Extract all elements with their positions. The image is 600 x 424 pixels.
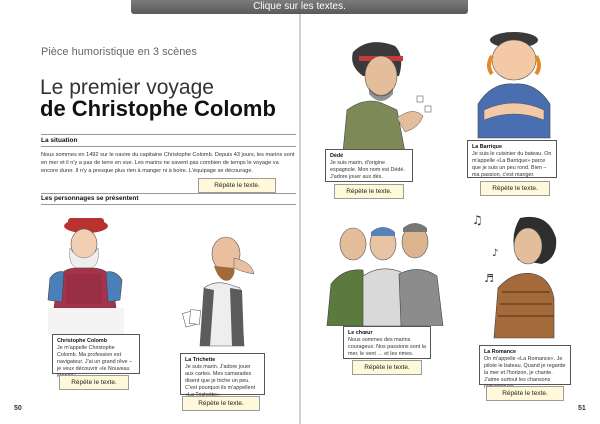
section-rule — [41, 134, 296, 135]
music-note-icon: ♬ — [484, 272, 494, 285]
section-rule — [41, 193, 296, 194]
la-trichette-illustration — [182, 236, 255, 347]
section-rule — [41, 204, 296, 205]
trichette-speech-bubble[interactable]: La Trichette Je suis marin. J'adore joue… — [180, 353, 265, 398]
instruction-bar: Clique sur les textes. — [131, 0, 468, 14]
page-number-right: 51 — [578, 405, 586, 412]
character-name: La Romance — [484, 349, 517, 355]
la-romance-illustration: ♫ ♪ ♬ — [472, 213, 557, 339]
character-name: La Barrique — [472, 144, 502, 150]
book-spine — [299, 14, 301, 424]
situation-text[interactable]: Nous sommes en 1492 sur le navire du cap… — [41, 151, 295, 175]
section-rule — [41, 146, 296, 147]
barrique-speech-bubble[interactable]: La Barrique Je suis le cuisinier du bate… — [467, 140, 557, 178]
character-text: Je suis le cuisinier du bateau. On m'app… — [472, 151, 552, 178]
music-note-icon: ♫ — [472, 213, 483, 227]
repeat-colomb-button[interactable]: Répète le texte. — [59, 375, 129, 390]
repeat-dede-button[interactable]: Répète le texte. — [334, 184, 404, 199]
character-text: Nous sommes des marins courageux. Nos pa… — [348, 337, 426, 357]
characters-heading: Les personnages se présentent — [41, 195, 139, 202]
repeat-barrique-button[interactable]: Répète le texte. — [480, 181, 550, 196]
character-name: Christophe Colomb — [57, 338, 108, 344]
character-text: Je suis marin. J'adore jouer aux cartes.… — [185, 364, 256, 398]
character-name: Dédé — [330, 153, 344, 159]
page-title-line-2: de Christophe Colomb — [40, 96, 276, 121]
romance-speech-bubble[interactable]: La Romance On m'appelle «La Romance». Je… — [479, 345, 571, 390]
character-text: Je m'appelle Christophe Colomb. Ma profe… — [57, 345, 133, 379]
page-number-left: 50 — [14, 405, 22, 412]
music-note-icon: ♪ — [492, 248, 498, 259]
christophe-colomb-illustration — [47, 218, 124, 334]
character-text: On m'appelle «La Romance». Je pilote le … — [484, 356, 566, 390]
character-name: Le chœur — [348, 330, 373, 336]
character-text: Je suis marin, d'origine espagnole. Mon … — [330, 160, 405, 180]
page-subtitle: Pièce humoristique en 3 scènes — [41, 46, 197, 58]
choeur-speech-bubble[interactable]: Le chœur Nous sommes des marins courageu… — [343, 326, 431, 359]
repeat-trichette-button[interactable]: Répète le texte. — [182, 396, 260, 411]
character-name: La Trichette — [185, 357, 216, 363]
repeat-choeur-button[interactable]: Répète le texte. — [352, 360, 422, 375]
dede-illustration — [342, 42, 432, 152]
repeat-situation-button[interactable]: Répète le texte. — [198, 178, 276, 193]
dede-speech-bubble[interactable]: Dédé Je suis marin, d'origine espagnole.… — [325, 149, 413, 182]
le-choeur-illustration — [326, 223, 444, 326]
colomb-speech-bubble[interactable]: Christophe Colomb Je m'appelle Christoph… — [52, 334, 140, 379]
repeat-romance-button[interactable]: Répète le texte. — [486, 386, 564, 401]
situation-heading: La situation — [41, 137, 78, 144]
la-barrique-illustration — [477, 32, 551, 139]
